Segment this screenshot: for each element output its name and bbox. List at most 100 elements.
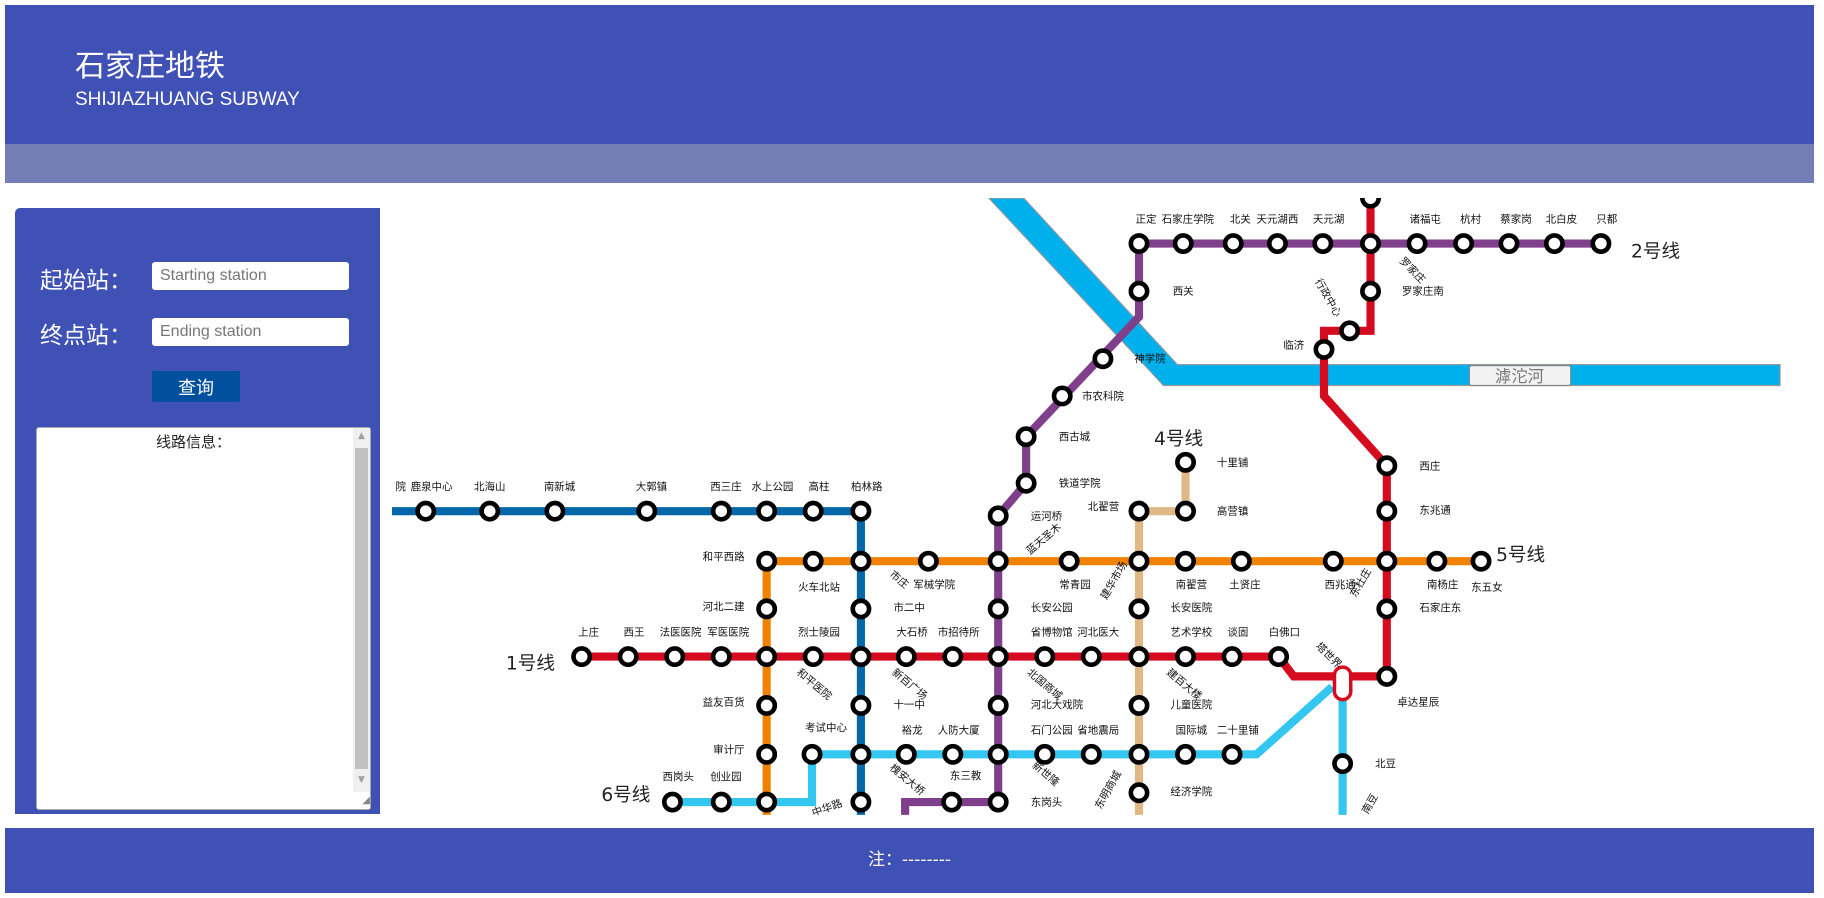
station-label: 行政中心 xyxy=(1312,276,1344,319)
station-marker xyxy=(1175,451,1197,473)
query-button[interactable]: 查询 xyxy=(152,371,240,402)
station-marker xyxy=(1128,782,1150,804)
station-label: 正定 xyxy=(1136,213,1157,226)
station-marker xyxy=(1080,743,1102,765)
station-label: 北海山 xyxy=(474,480,505,493)
station-label: 诸福屯 xyxy=(1410,213,1442,226)
footer: 注：-------- xyxy=(5,828,1814,893)
subway-map: 滹沱河 正定 石家庄学院 北关 天元湖西 天元湖 诸福屯 杭村 蔡家岗 北白皮 只都 西关 罗家庄 罗家庄… xyxy=(392,187,1815,820)
station-marker xyxy=(1313,338,1335,360)
station-marker xyxy=(1051,385,1073,407)
station-label: 白佛口 xyxy=(1269,626,1300,639)
subway-map-svg: 滹沱河 正定 石家庄学院 北关 天元湖西 天元湖 诸福屯 杭村 蔡家岗 北白皮 只都西关 罗家庄罗家庄… xyxy=(392,187,1781,820)
station-marker xyxy=(1376,455,1398,477)
station-marker xyxy=(1312,233,1334,255)
station-label: 市二中 xyxy=(893,601,924,614)
station-marker xyxy=(1175,500,1197,522)
station-label: 和平西路 xyxy=(703,550,745,563)
station-marker xyxy=(1453,233,1475,255)
line-label: 6号线 xyxy=(601,785,650,806)
station-marker xyxy=(1376,665,1398,687)
station-marker xyxy=(1128,500,1150,522)
station-marker xyxy=(1015,426,1037,448)
station-label: 西庄 xyxy=(1419,459,1440,472)
scrollbar-thumb[interactable] xyxy=(355,448,368,769)
station-label: 蔡家岗 xyxy=(1500,213,1531,226)
station-label: 河北大戏院 xyxy=(1031,698,1084,711)
end-station-label: 终点站： xyxy=(40,323,132,349)
station-label: 南杨庄 xyxy=(1427,578,1458,591)
station-label: 儿童医院 xyxy=(1170,698,1212,711)
station-label: 石家庄东 xyxy=(1419,601,1461,614)
station-label: 河北医大 xyxy=(1077,626,1119,639)
station-label: 高柱 xyxy=(809,480,830,493)
site-header: 石家庄地铁 SHIJIAZHUANG SUBWAY xyxy=(5,5,1814,144)
station-label: 上庄 xyxy=(578,626,599,639)
station-marker xyxy=(850,550,872,572)
station-marker xyxy=(1590,233,1612,255)
station-label: 临济 xyxy=(1283,338,1304,351)
station-marker xyxy=(1376,500,1398,522)
station-marker xyxy=(1360,233,1382,255)
station-marker xyxy=(1406,233,1428,255)
station-marker xyxy=(1058,550,1080,572)
station-label: 创业园 xyxy=(710,770,741,783)
station-marker xyxy=(1080,646,1102,668)
station-marker xyxy=(942,743,964,765)
station-marker xyxy=(1360,187,1382,209)
station-marker xyxy=(1221,646,1243,668)
station-label: 谈固 xyxy=(1227,626,1248,639)
station-label: 东三教 xyxy=(950,769,982,782)
line-label: 4号线 xyxy=(1154,429,1203,450)
station-marker xyxy=(1426,550,1448,572)
scroll-down-icon[interactable]: ▼ xyxy=(353,772,370,789)
station-label: 神学院 xyxy=(1134,352,1166,365)
station-label: 运河桥 xyxy=(1031,510,1063,522)
station-marker xyxy=(1360,280,1382,302)
station-marker xyxy=(544,500,566,522)
station-marker xyxy=(1498,233,1520,255)
scrollbar[interactable]: ▲ ▼ xyxy=(353,428,370,809)
station-label: 市招待所 xyxy=(938,626,980,639)
scroll-up-icon[interactable]: ▲ xyxy=(353,428,370,445)
station-marker xyxy=(710,500,732,522)
station-label: 火车北站 xyxy=(798,580,840,593)
station-label: 省博物馆 xyxy=(1031,626,1073,639)
route-info-textarea[interactable]: 线路信息： ▲ ▼ ◢ xyxy=(36,427,371,810)
station-label: 军医医院 xyxy=(707,626,749,639)
station-marker xyxy=(710,646,732,668)
station-label: 艺术学校 xyxy=(1170,626,1212,639)
station-label: 石家庄学院 xyxy=(1162,213,1215,226)
station-marker xyxy=(1222,233,1244,255)
station-label: 北关 xyxy=(1230,213,1251,226)
station-marker xyxy=(1543,233,1565,255)
station-marker xyxy=(756,598,778,620)
station-label: 长安医院 xyxy=(1170,601,1212,614)
station-marker xyxy=(987,646,1009,668)
station-label: 烈士陵园 xyxy=(798,626,840,639)
station-marker xyxy=(850,598,872,620)
station-marker xyxy=(987,598,1009,620)
station-label: 十里铺 xyxy=(1217,456,1248,469)
end-station-input[interactable] xyxy=(152,318,349,346)
station-label: 东岗头 xyxy=(1031,796,1062,809)
start-station-input[interactable] xyxy=(152,262,349,290)
station-label: 裕龙 xyxy=(902,723,923,736)
start-station-label: 起始站： xyxy=(40,268,132,294)
route-info-text: 线路信息： xyxy=(155,433,231,451)
station-label: 市庄 xyxy=(887,568,911,591)
station-label: 院 xyxy=(395,480,406,493)
station-marker xyxy=(756,791,778,813)
station-marker xyxy=(1332,753,1354,775)
station-marker xyxy=(850,694,872,716)
station-label: 建华市场 xyxy=(1098,559,1130,602)
station-marker xyxy=(850,646,872,668)
station-label: 土贤庄 xyxy=(1229,578,1260,591)
resize-grip-icon[interactable]: ◢ xyxy=(353,792,370,809)
station-marker xyxy=(1322,550,1344,572)
station-label: 西关 xyxy=(1173,285,1194,298)
station-marker xyxy=(1175,646,1197,668)
station-label: 北白皮 xyxy=(1546,213,1578,226)
station-label: 石门公园 xyxy=(1031,723,1073,736)
station-label: 西岗头 xyxy=(663,771,694,783)
